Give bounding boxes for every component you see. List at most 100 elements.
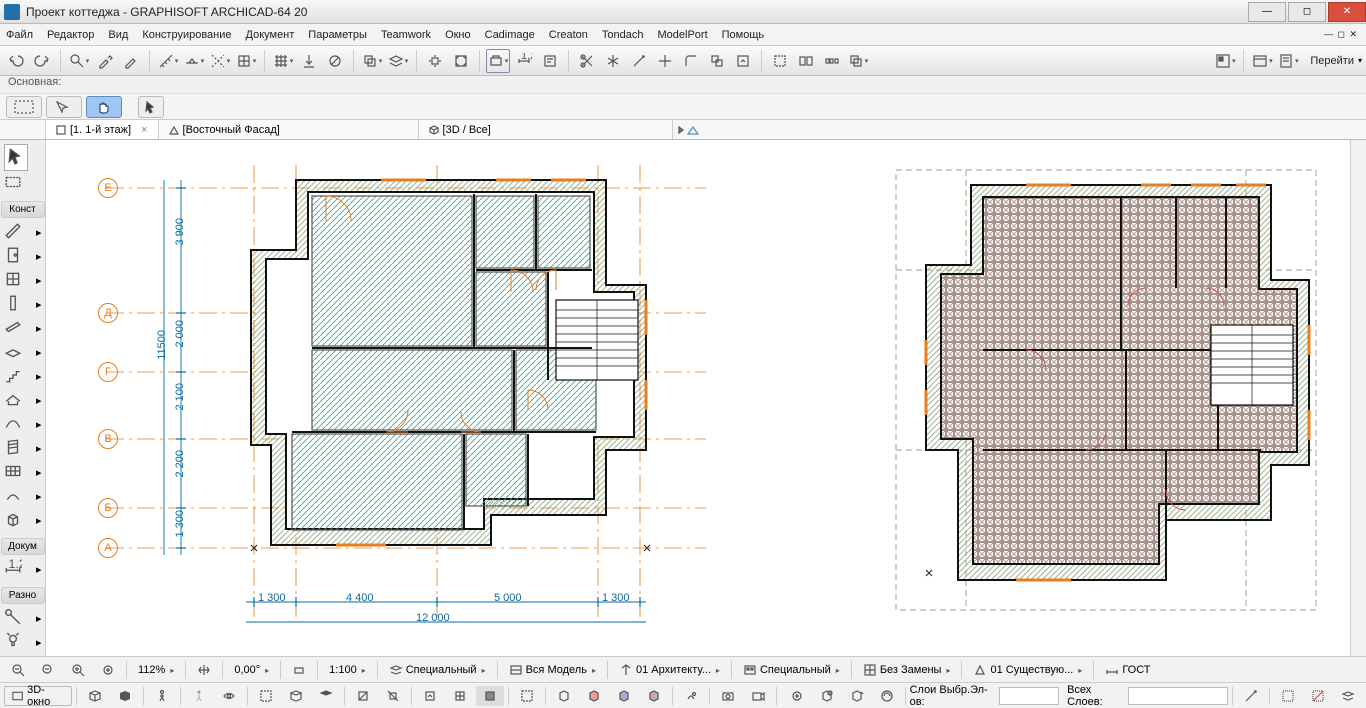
suspend-button[interactable] [323, 49, 347, 73]
fit-sel-button[interactable] [282, 686, 310, 706]
guides-button[interactable]: ▾ [208, 49, 232, 73]
column-tool[interactable] [4, 294, 22, 315]
dimension-button[interactable]: 1.2 [512, 49, 536, 73]
arrow-tool[interactable] [4, 144, 28, 171]
group-document[interactable]: Докум [1, 538, 45, 555]
persp-button[interactable] [81, 686, 109, 706]
ext3[interactable] [1304, 686, 1332, 706]
trim-button[interactable] [575, 49, 599, 73]
morph-tool[interactable] [4, 486, 22, 507]
layer-combo-1[interactable]: Специальный [382, 660, 493, 680]
cursor-mode[interactable] [46, 96, 82, 118]
menu-editor[interactable]: Редактор [47, 29, 94, 41]
grid-element-tool[interactable] [4, 608, 22, 629]
render1[interactable] [550, 686, 578, 706]
menu-creaton[interactable]: Creaton [549, 29, 588, 41]
inject-button[interactable] [119, 49, 143, 73]
reno-filter[interactable]: 01 Архитекту... [612, 660, 727, 680]
measure-button[interactable]: ▾ [156, 49, 180, 73]
fillet-button[interactable] [679, 49, 703, 73]
render4[interactable] [640, 686, 668, 706]
model-filter[interactable]: Вся Модель [502, 660, 603, 680]
zoom-in-button[interactable] [64, 660, 92, 680]
orient-button[interactable] [285, 660, 313, 680]
look-button[interactable] [215, 686, 243, 706]
menu-view[interactable]: Вид [108, 29, 128, 41]
xtra3[interactable] [843, 686, 871, 706]
undo-button[interactable] [4, 49, 28, 73]
adjust-button[interactable] [627, 49, 651, 73]
offset-button[interactable] [731, 49, 755, 73]
group-more[interactable]: Разно [1, 587, 45, 604]
render3[interactable] [610, 686, 638, 706]
marquee-vis[interactable] [513, 686, 541, 706]
tab-floor-plan[interactable]: [1. 1-й этаж] × [46, 120, 159, 139]
align-button[interactable] [794, 49, 818, 73]
morph-button[interactable] [449, 49, 473, 73]
ext1[interactable] [1237, 686, 1265, 706]
floor-up[interactable] [416, 686, 444, 706]
zoom-out-button[interactable] [34, 660, 62, 680]
object-tool[interactable] [4, 510, 22, 531]
scale-value[interactable]: 1:100 [322, 660, 373, 680]
dimension-tool[interactable]: 1.2 [4, 559, 22, 580]
camera-button[interactable] [714, 686, 742, 706]
edit-sel-button[interactable] [768, 49, 792, 73]
layout-button[interactable]: ▾ [1276, 49, 1300, 73]
layers-sel-input[interactable] [999, 687, 1059, 705]
level-button[interactable]: ▾ [182, 49, 206, 73]
zoom-value[interactable]: 112% [131, 660, 181, 680]
ext2[interactable] [1274, 686, 1302, 706]
notes-button[interactable] [538, 49, 562, 73]
menu-modelport[interactable]: ModelPort [658, 29, 708, 41]
resize-button[interactable] [705, 49, 729, 73]
shell-tool[interactable] [4, 414, 22, 435]
mesh-tool[interactable] [4, 462, 22, 483]
roof-tool[interactable] [4, 390, 22, 411]
section-button[interactable] [349, 686, 377, 706]
module-button[interactable]: ▾ [486, 49, 510, 73]
menu-tondach[interactable]: Tondach [602, 29, 644, 41]
group-construction[interactable]: Конст [1, 201, 45, 218]
close-button[interactable]: ✕ [1328, 2, 1366, 22]
reno-status[interactable]: 01 Существую... [966, 660, 1089, 680]
redo-button[interactable] [30, 49, 54, 73]
wall-tool[interactable] [4, 222, 22, 243]
layers-button[interactable]: ▾ [386, 49, 410, 73]
xtra2[interactable] [813, 686, 841, 706]
beam-tool[interactable] [4, 318, 22, 339]
xtra1[interactable] [783, 686, 811, 706]
stair-tool[interactable] [4, 366, 22, 387]
angle-value[interactable]: 0,00° [227, 660, 276, 680]
view3d-button[interactable]: 3D-окно [4, 686, 72, 706]
walk-button[interactable] [148, 686, 176, 706]
curtain-tool[interactable] [4, 438, 22, 459]
menu-window[interactable]: Окно [445, 29, 471, 41]
slab-tool[interactable] [4, 342, 22, 363]
walk2-button[interactable] [185, 686, 213, 706]
grid-snap-toggle[interactable]: ▾ [271, 49, 295, 73]
camera2-button[interactable] [744, 686, 772, 706]
fit-zoom-button[interactable] [312, 686, 340, 706]
menu-document[interactable]: Документ [246, 29, 295, 41]
floor-sel[interactable] [476, 686, 504, 706]
maximize-button[interactable]: ◻ [1288, 2, 1326, 22]
snap-grid-button[interactable]: ▾ [234, 49, 258, 73]
sun-button[interactable] [677, 686, 705, 706]
pick-button[interactable]: ▾ [67, 49, 91, 73]
zoom-out-page-button[interactable] [4, 660, 32, 680]
distribute-button[interactable] [820, 49, 844, 73]
goto-label[interactable]: Перейти [1310, 55, 1354, 67]
door-tool[interactable] [4, 246, 22, 267]
intersect-button[interactable] [653, 49, 677, 73]
right-scrollbar[interactable] [1350, 140, 1366, 656]
explode-button[interactable] [423, 49, 447, 73]
eyedropper-button[interactable] [93, 49, 117, 73]
marquee-tool[interactable] [4, 173, 22, 194]
order-button[interactable]: ▾ [846, 49, 870, 73]
mvo[interactable]: Без Замены [856, 660, 958, 680]
viewmap-button[interactable]: ▾ [1250, 49, 1274, 73]
pan-button[interactable] [190, 660, 218, 680]
menu-design[interactable]: Конструирование [142, 29, 231, 41]
tab-nav-buttons[interactable] [673, 120, 701, 139]
